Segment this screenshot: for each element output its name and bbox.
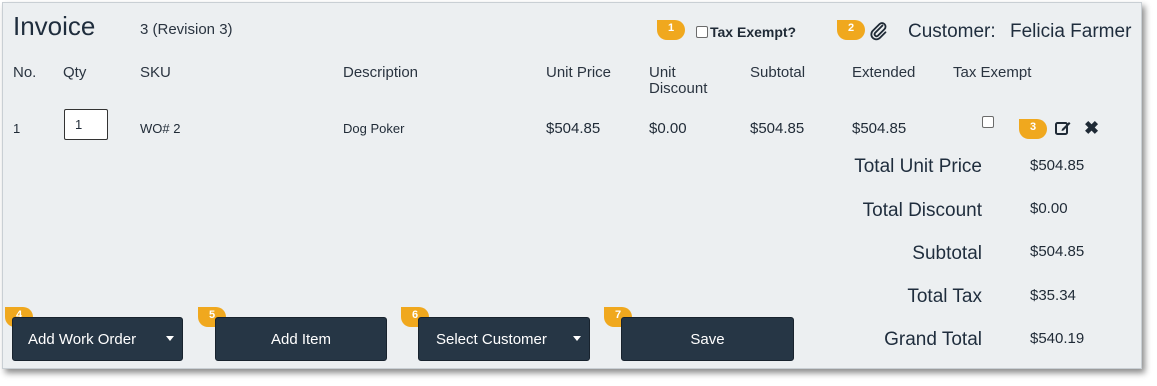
invoice-panel: Invoice 3 (Revision 3) 1 Tax Exempt? 2 C…: [2, 2, 1142, 369]
edit-icon[interactable]: [1054, 119, 1072, 137]
select-customer-label: Select Customer: [436, 330, 547, 348]
total-discount-label: Total Discount: [862, 200, 982, 221]
select-customer-button[interactable]: Select Customer: [418, 317, 590, 361]
column-header-sku: SKU: [140, 64, 171, 81]
cell-unit-discount: $0.00: [649, 120, 687, 137]
cell-unit-price: $504.85: [546, 120, 601, 137]
column-header-qty: Qty: [63, 64, 87, 81]
add-item-button[interactable]: Add Item: [215, 317, 387, 361]
callout-badge-1: 1: [657, 20, 685, 40]
close-icon[interactable]: ✖: [1084, 118, 1099, 139]
customer-name[interactable]: Felicia Farmer: [1010, 21, 1131, 43]
customer-label: Customer:: [908, 21, 996, 42]
cell-no: 1: [13, 121, 21, 136]
chevron-down-icon[interactable]: [166, 336, 174, 341]
save-button[interactable]: Save: [621, 317, 794, 361]
quantity-input[interactable]: 1: [64, 109, 108, 140]
paperclip-icon[interactable]: [869, 21, 889, 41]
tax-exempt-label: Tax Exempt?: [710, 24, 797, 40]
cell-description: Dog Poker: [343, 121, 405, 136]
column-header-tax-exempt: Tax Exempt: [953, 64, 1032, 81]
add-item-label: Add Item: [270, 330, 332, 348]
chevron-down-icon[interactable]: [573, 336, 581, 341]
callout-badge-2: 2: [837, 20, 865, 40]
subtotal-label: Subtotal: [912, 243, 982, 264]
tax-exempt-checkbox[interactable]: [696, 26, 708, 38]
page-title: Invoice: [13, 11, 96, 41]
tax-exempt-toggle[interactable]: Tax Exempt?: [696, 24, 796, 40]
column-header-unit-discount: Unit Discount: [649, 64, 708, 97]
column-header-unit-price: Unit Price: [546, 64, 612, 81]
row-tax-exempt-checkbox[interactable]: [982, 116, 994, 128]
total-discount-value: $0.00: [1030, 200, 1068, 217]
cell-subtotal: $504.85: [750, 120, 805, 137]
cell-extended: $504.85: [852, 120, 907, 137]
cell-sku: WO# 2: [140, 121, 181, 136]
total-unit-price-value: $504.85: [1030, 157, 1085, 174]
column-header-no: No.: [13, 64, 37, 81]
column-header-extended: Extended: [852, 64, 916, 81]
subtotal-value: $504.85: [1030, 243, 1085, 260]
total-tax-value: $35.34: [1030, 287, 1076, 304]
grand-total-value: $540.19: [1030, 330, 1085, 347]
total-unit-price-label: Total Unit Price: [854, 156, 982, 177]
column-header-description: Description: [343, 64, 419, 81]
revision-text: 3 (Revision 3): [140, 21, 233, 38]
grand-total-label: Grand Total: [884, 329, 982, 350]
callout-badge-3: 3: [1019, 119, 1047, 139]
add-work-order-button[interactable]: Add Work Order: [12, 317, 183, 361]
save-label: Save: [690, 330, 725, 348]
add-work-order-label: Add Work Order: [28, 330, 137, 348]
column-header-subtotal: Subtotal: [750, 64, 806, 81]
total-tax-label: Total Tax: [907, 286, 982, 307]
